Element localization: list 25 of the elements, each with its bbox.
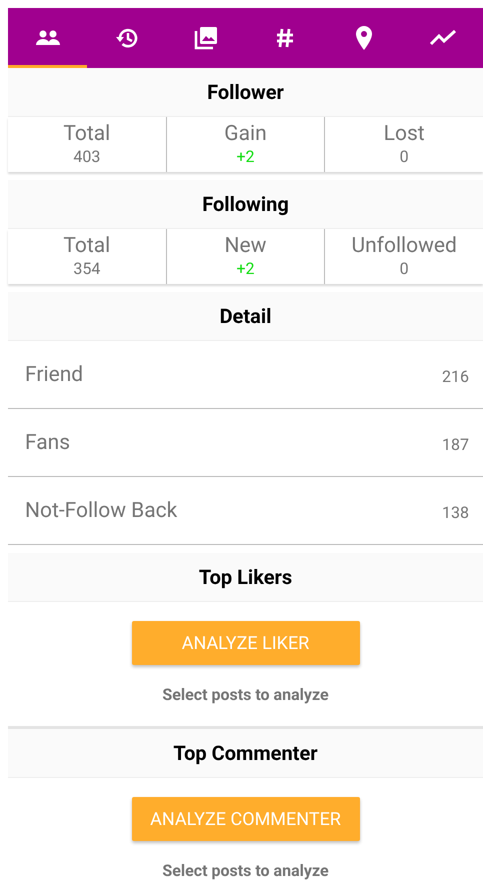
history-icon <box>114 26 140 50</box>
stat-value: 0 <box>400 147 409 167</box>
stat-label: Gain <box>224 122 267 147</box>
hint-text: Select posts to analyze <box>162 685 329 704</box>
section-title: Following <box>202 192 289 216</box>
stat-value: +2 <box>236 259 255 279</box>
stat-label: Unfollowed <box>351 234 457 259</box>
section-title: Top Commenter <box>173 741 318 765</box>
stat-value: 0 <box>400 259 409 279</box>
stat-value: 403 <box>73 147 100 167</box>
section-title: Follower <box>207 80 284 104</box>
stat-label: Total <box>63 122 110 147</box>
stat-label: Lost <box>384 122 425 147</box>
stat-label: New <box>224 234 266 259</box>
section-title: Top Likers <box>198 565 292 589</box>
trend-line-icon <box>429 30 458 46</box>
location-pin-icon <box>355 25 374 51</box>
section-title: Detail <box>220 304 272 328</box>
hint-text: Select posts to analyze <box>162 861 329 880</box>
photos-icon <box>192 25 219 51</box>
people-icon <box>34 30 61 46</box>
stat-value: 354 <box>73 259 100 279</box>
hashtag-icon <box>276 28 294 48</box>
stat-label: Total <box>63 234 110 259</box>
stat-value: +2 <box>236 147 255 167</box>
